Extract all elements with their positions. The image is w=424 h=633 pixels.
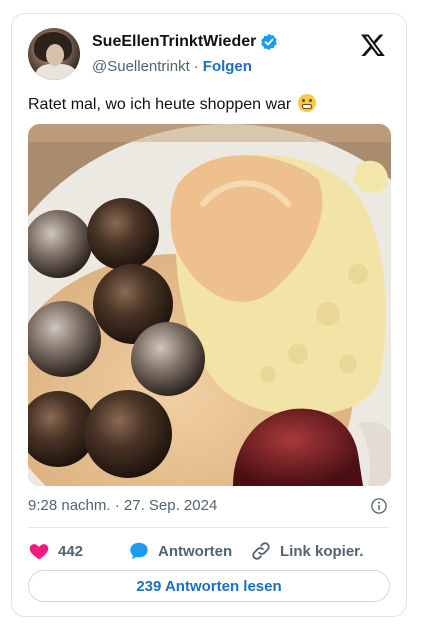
separator-dot: · bbox=[193, 58, 199, 75]
copy-link-label: Link kopier. bbox=[280, 542, 364, 560]
author-display-name[interactable]: SueEllenTrinktWieder bbox=[92, 33, 256, 51]
like-button[interactable]: 442 bbox=[28, 540, 128, 562]
tweet-timestamp[interactable]: 9:28 nachm. · 27. Sep. 2024 bbox=[28, 497, 217, 514]
action-bar: 442 Antworten Link kopier. bbox=[28, 538, 390, 564]
divider bbox=[28, 527, 390, 528]
read-replies-button[interactable]: 239 Antworten lesen bbox=[28, 570, 390, 602]
tweet-photo[interactable] bbox=[28, 124, 391, 486]
reply-button[interactable]: Antworten bbox=[128, 540, 250, 562]
x-logo-icon[interactable] bbox=[360, 32, 386, 58]
author-name-row: SueEllenTrinktWieder bbox=[92, 33, 278, 51]
author-sub-row: @Suellentrinkt · Folgen bbox=[92, 58, 252, 75]
author-handle[interactable]: @Suellentrinkt bbox=[92, 58, 190, 75]
heart-icon bbox=[29, 544, 49, 560]
link-icon bbox=[252, 542, 270, 560]
speech-bubble-icon bbox=[130, 542, 148, 560]
tweet-text-content: Ratet mal, wo ich heute shoppen war bbox=[28, 96, 292, 113]
reply-label: Antworten bbox=[158, 542, 233, 560]
tweet-header: SueEllenTrinktWieder @Suellentrinkt · Fo… bbox=[28, 28, 390, 84]
verified-badge-icon bbox=[261, 33, 278, 51]
avatar[interactable] bbox=[28, 28, 80, 80]
copy-link-button[interactable]: Link kopier. bbox=[250, 540, 363, 562]
tweet-text: Ratet mal, wo ich heute shoppen war bbox=[28, 94, 316, 114]
follow-button[interactable]: Folgen bbox=[203, 58, 252, 75]
info-icon[interactable] bbox=[370, 497, 388, 515]
grimacing-face-emoji-icon bbox=[297, 94, 316, 112]
like-count: 442 bbox=[58, 542, 84, 560]
meatballs-photo-illustration bbox=[28, 124, 391, 486]
tweet-card: SueEllenTrinktWieder @Suellentrinkt · Fo… bbox=[11, 13, 407, 617]
